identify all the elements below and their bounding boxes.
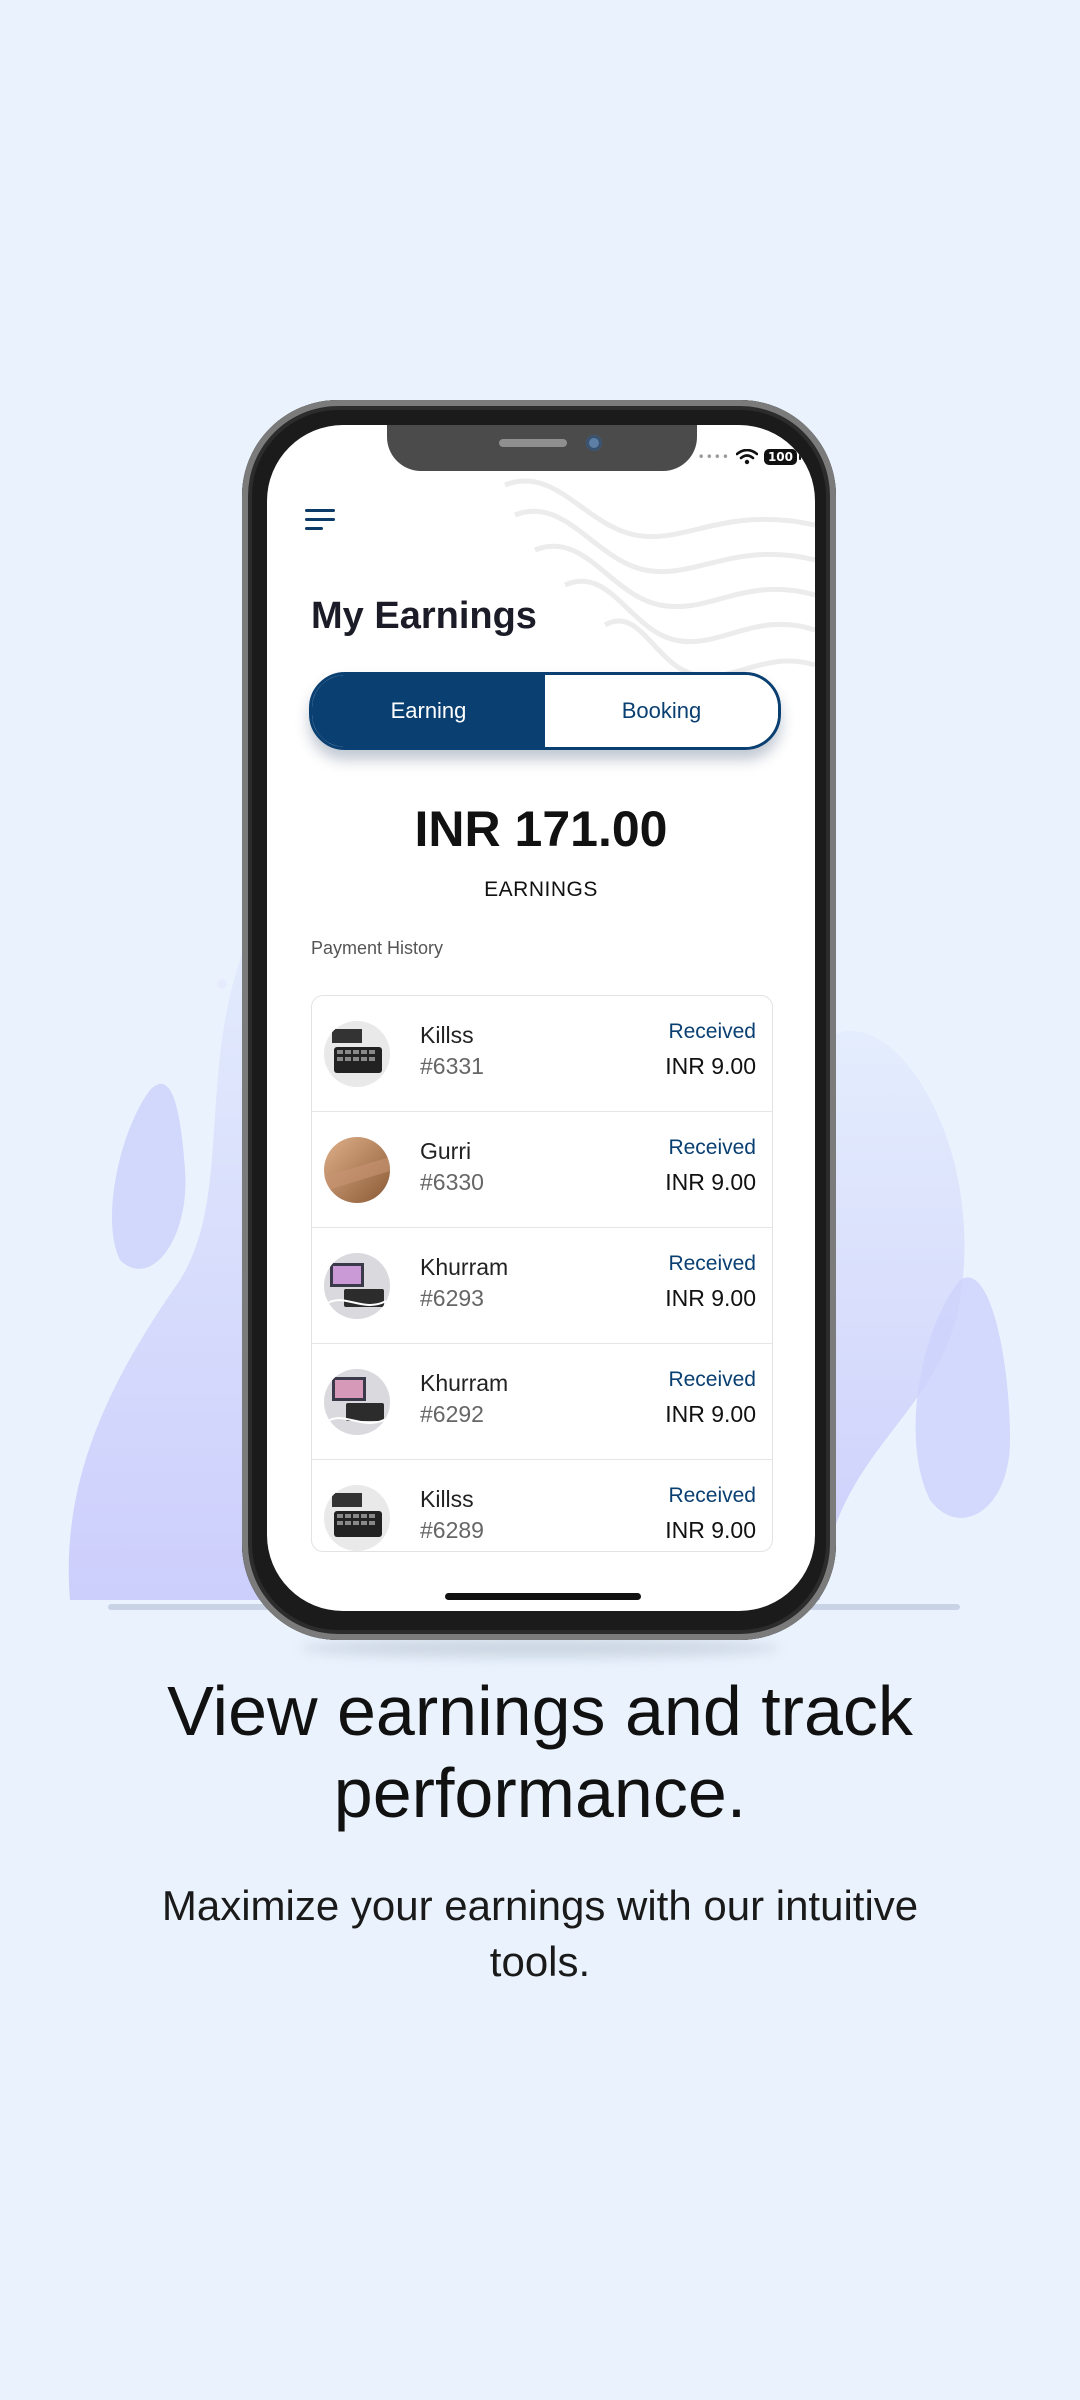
payment-amount: INR 9.00: [665, 1169, 756, 1195]
signal-dots-icon: ••••: [697, 450, 730, 464]
wifi-icon: [735, 449, 758, 465]
avatar: [324, 1369, 390, 1435]
payment-amount: INR 9.00: [665, 1401, 756, 1427]
tab-booking[interactable]: Booking: [545, 675, 778, 747]
avatar: [324, 1485, 390, 1551]
payment-status: Received: [668, 1368, 756, 1391]
total-earnings-amount: INR 171.00: [414, 801, 668, 857]
booking-id: #6293: [420, 1285, 484, 1311]
earnings-label: EARNINGS: [484, 878, 598, 901]
booking-id: #6330: [420, 1169, 484, 1195]
payment-amount: INR 9.00: [665, 1053, 756, 1079]
promo-subline: Maximize your earnings with our intuitiv…: [161, 1882, 919, 1985]
page-title: My Earnings: [311, 595, 537, 637]
booking-id: #6331: [420, 1053, 484, 1079]
customer-name: Gurri: [420, 1138, 472, 1164]
battery-icon: 100: [763, 449, 802, 465]
list-item[interactable]: Khurram #6293 Received INR 9.00: [312, 1228, 772, 1344]
list-item[interactable]: Khurram #6292 Received INR 9.00: [312, 1344, 772, 1460]
phone-screen: •••• 100 My Earnings Earning Booking INR…: [267, 425, 815, 1611]
list-item[interactable]: Gurri #6330 Received INR 9.00: [312, 1112, 772, 1228]
list-item[interactable]: Killss #6331 Received INR 9.00: [312, 996, 772, 1112]
speaker-grille: [499, 439, 567, 447]
payment-status: Received: [668, 1020, 756, 1043]
customer-name: Killss: [420, 1486, 474, 1512]
tab-earning[interactable]: Earning: [312, 675, 545, 747]
avatar: [324, 1137, 390, 1203]
decorative-waves: [504, 478, 815, 679]
payment-status: Received: [668, 1136, 756, 1159]
payment-status: Received: [668, 1484, 756, 1507]
payment-amount: INR 9.00: [665, 1285, 756, 1311]
promo-headline: View earnings and track performance.: [167, 1672, 913, 1832]
earning-booking-toggle: Earning Booking: [309, 672, 781, 750]
booking-id: #6289: [420, 1517, 484, 1543]
payment-history-list: Killss #6331 Received INR 9.00 Gurri #63…: [311, 995, 773, 1552]
payment-amount: INR 9.00: [665, 1517, 756, 1543]
customer-name: Khurram: [420, 1254, 509, 1280]
hamburger-menu-icon[interactable]: [305, 505, 341, 535]
customer-name: Khurram: [420, 1370, 509, 1396]
avatar: [324, 1021, 390, 1087]
payment-history-title: Payment History: [311, 938, 444, 958]
status-bar: •••• 100: [697, 449, 802, 465]
list-item[interactable]: Killss #6289 Received INR 9.00: [312, 1460, 772, 1551]
home-indicator[interactable]: [445, 1593, 641, 1600]
payment-status: Received: [668, 1252, 756, 1275]
front-camera: [586, 435, 602, 451]
phone-shadow: [300, 1638, 780, 1658]
avatar: [324, 1253, 390, 1319]
booking-id: #6292: [420, 1401, 484, 1427]
customer-name: Killss: [420, 1022, 474, 1048]
